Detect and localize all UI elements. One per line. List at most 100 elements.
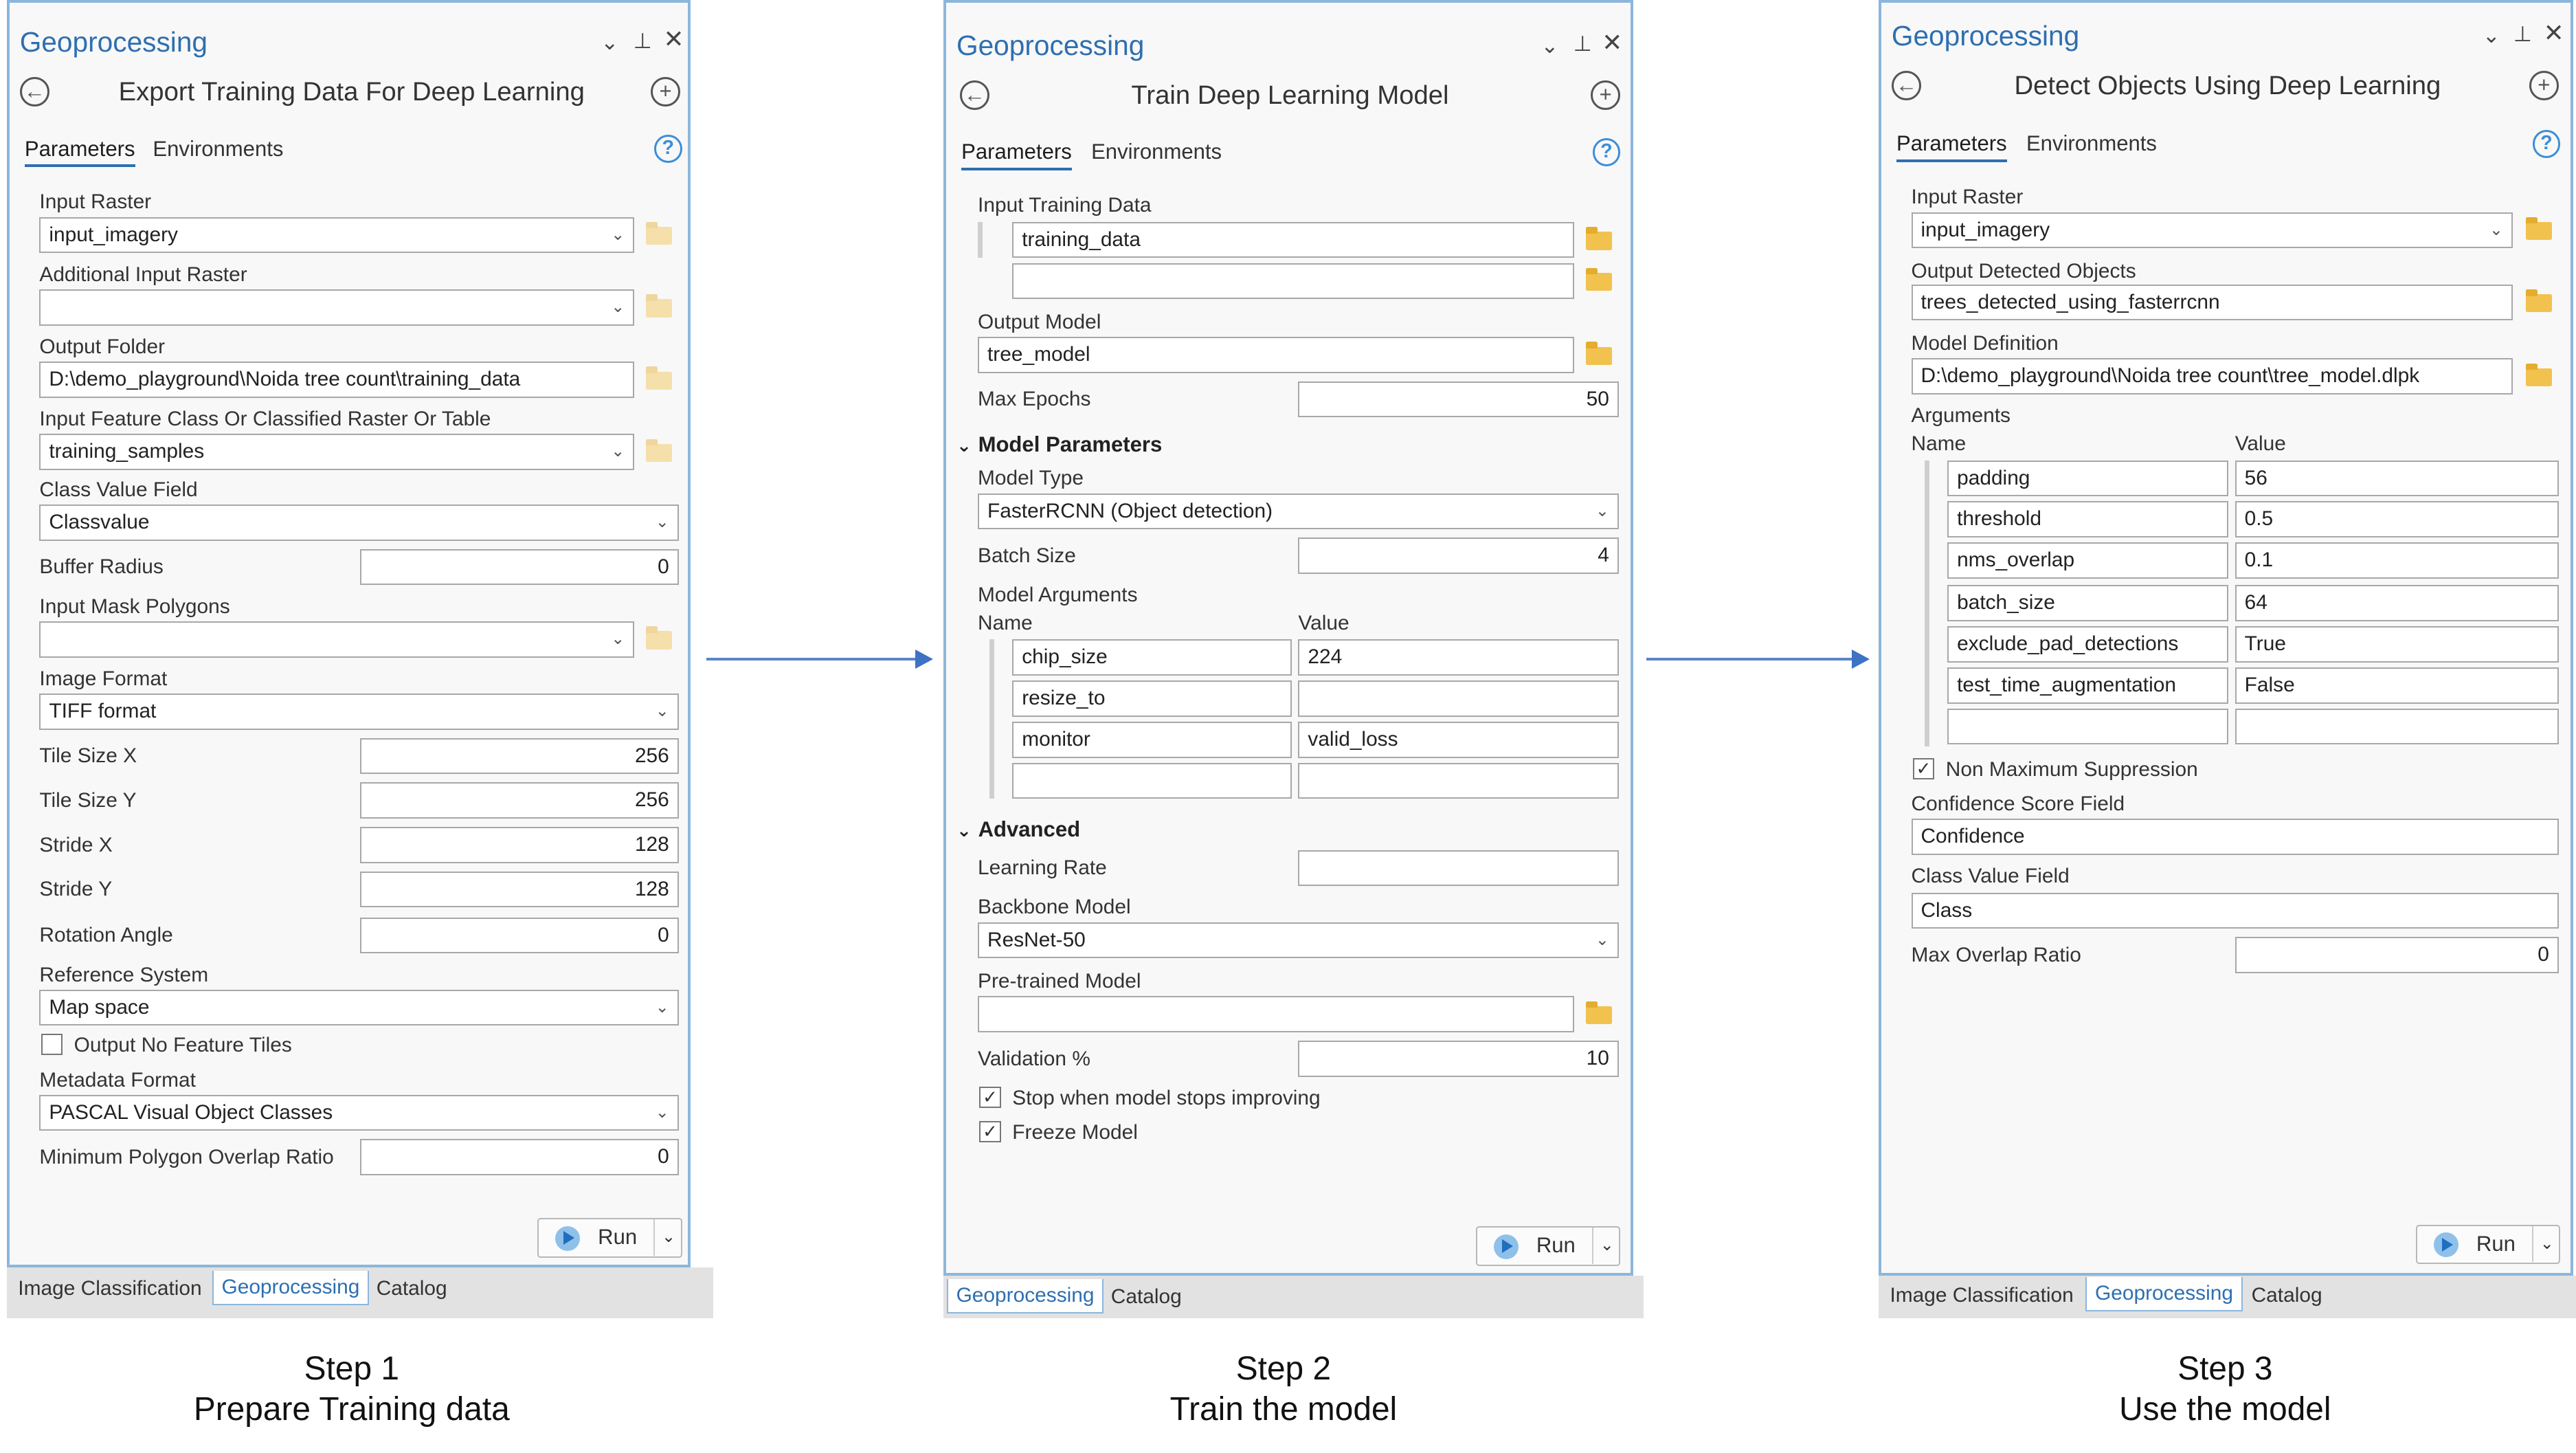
arg-value[interactable] bbox=[2235, 708, 2559, 745]
folder-icon[interactable] bbox=[645, 221, 673, 245]
arg-name[interactable]: exclude_pad_detections bbox=[1947, 626, 2229, 663]
run-button[interactable]: Run ⌄ bbox=[2415, 1224, 2561, 1265]
folder-icon[interactable] bbox=[645, 294, 673, 318]
menu-chevron-icon[interactable]: ⌄ bbox=[2480, 23, 2502, 49]
folder-icon[interactable] bbox=[645, 366, 673, 390]
arg-value[interactable] bbox=[1298, 762, 1619, 799]
arg-value[interactable]: True bbox=[2235, 626, 2559, 663]
tab-environments[interactable]: Environments bbox=[2026, 131, 2157, 156]
training-data-input-2[interactable] bbox=[1012, 263, 1575, 300]
arg-value[interactable]: 56 bbox=[2235, 460, 2559, 497]
dropdown-arrow-icon[interactable]: ⌄ bbox=[2532, 1225, 2554, 1263]
output-model-input[interactable]: tree_model bbox=[978, 337, 1575, 373]
stride-y-input[interactable]: 128 bbox=[359, 871, 679, 908]
help-icon[interactable]: ? bbox=[653, 135, 682, 163]
image-format-select[interactable]: TIFF format ⌄ bbox=[39, 694, 679, 730]
arg-value[interactable]: valid_loss bbox=[1298, 721, 1619, 758]
freeze-model-checkbox[interactable]: ✓ bbox=[979, 1121, 1001, 1143]
min-overlap-input[interactable]: 0 bbox=[359, 1139, 679, 1176]
input-raster-select[interactable]: input_imagery ⌄ bbox=[39, 217, 635, 254]
no-feature-checkbox[interactable] bbox=[41, 1034, 63, 1056]
stride-x-input[interactable]: 128 bbox=[359, 827, 679, 863]
tab-parameters[interactable]: Parameters bbox=[961, 140, 1072, 171]
folder-icon[interactable] bbox=[645, 439, 673, 463]
max-epochs-input[interactable]: 50 bbox=[1298, 381, 1619, 418]
output-folder-input[interactable]: D:\demo_playground\Noida tree count\trai… bbox=[39, 362, 635, 398]
arg-name[interactable] bbox=[1947, 708, 2229, 745]
bottom-tab-image-classification[interactable]: Image Classification bbox=[10, 1272, 210, 1305]
arg-name[interactable] bbox=[1012, 762, 1292, 799]
folder-icon[interactable] bbox=[1585, 1001, 1613, 1025]
back-icon[interactable]: ← bbox=[959, 80, 989, 111]
tile-y-input[interactable]: 256 bbox=[359, 782, 679, 819]
additional-raster-select[interactable]: ⌄ bbox=[39, 289, 635, 326]
pretrained-input[interactable] bbox=[978, 996, 1575, 1032]
add-icon[interactable]: + bbox=[2529, 70, 2559, 100]
batch-size-input[interactable]: 4 bbox=[1298, 537, 1619, 574]
arg-value[interactable] bbox=[1298, 680, 1619, 717]
bottom-tab-catalog[interactable]: Catalog bbox=[1103, 1280, 1190, 1313]
arg-name[interactable]: test_time_augmentation bbox=[1947, 667, 2229, 704]
run-button[interactable]: Run ⌄ bbox=[1475, 1226, 1621, 1266]
args-grip[interactable] bbox=[1924, 460, 1931, 746]
arg-name[interactable]: padding bbox=[1947, 460, 2229, 497]
arg-value[interactable]: 224 bbox=[1298, 639, 1619, 676]
close-icon[interactable]: ✕ bbox=[1601, 30, 1624, 56]
backbone-select[interactable]: ResNet-50 ⌄ bbox=[978, 922, 1619, 959]
pin-icon[interactable]: ⊥ bbox=[631, 28, 653, 54]
arg-name[interactable]: batch_size bbox=[1947, 585, 2229, 622]
section-advanced[interactable]: ⌄ Advanced bbox=[956, 817, 1080, 842]
class-value-select[interactable]: Classvalue ⌄ bbox=[39, 504, 679, 541]
row-grip[interactable] bbox=[978, 221, 985, 258]
help-icon[interactable]: ? bbox=[1592, 137, 1621, 166]
menu-chevron-icon[interactable]: ⌄ bbox=[598, 30, 621, 56]
input-feature-select[interactable]: training_samples ⌄ bbox=[39, 434, 635, 471]
back-icon[interactable]: ← bbox=[19, 77, 49, 107]
folder-icon[interactable] bbox=[1585, 227, 1613, 250]
confidence-input[interactable]: Confidence bbox=[1911, 819, 2559, 855]
menu-chevron-icon[interactable]: ⌄ bbox=[1538, 33, 1561, 59]
dropdown-arrow-icon[interactable]: ⌄ bbox=[653, 1219, 675, 1256]
bottom-tab-catalog[interactable]: Catalog bbox=[368, 1272, 456, 1305]
training-data-input[interactable]: training_data bbox=[1012, 221, 1575, 258]
bottom-tab-geoprocessing[interactable]: Geoprocessing bbox=[2085, 1277, 2243, 1312]
pin-icon[interactable]: ⊥ bbox=[2511, 21, 2534, 47]
pin-icon[interactable]: ⊥ bbox=[1571, 31, 1593, 57]
mask-polygons-select[interactable]: ⌄ bbox=[39, 621, 635, 658]
folder-icon[interactable] bbox=[2526, 363, 2553, 387]
help-icon[interactable]: ? bbox=[2532, 129, 2561, 158]
section-model-parameters[interactable]: ⌄ Model Parameters bbox=[956, 432, 1162, 457]
tab-parameters[interactable]: Parameters bbox=[24, 137, 135, 168]
arg-value[interactable]: False bbox=[2235, 667, 2559, 704]
folder-icon[interactable] bbox=[1585, 342, 1613, 365]
arg-name[interactable]: resize_to bbox=[1012, 680, 1292, 717]
metadata-select[interactable]: PASCAL Visual Object Classes ⌄ bbox=[39, 1094, 679, 1131]
class-value-input[interactable]: Class bbox=[1911, 892, 2559, 929]
bottom-tab-image-classification[interactable]: Image Classification bbox=[1881, 1279, 2081, 1312]
dropdown-arrow-icon[interactable]: ⌄ bbox=[1592, 1228, 1614, 1264]
learning-rate-input[interactable] bbox=[1298, 850, 1619, 887]
max-overlap-input[interactable]: 0 bbox=[2235, 937, 2559, 973]
arg-name[interactable]: monitor bbox=[1012, 721, 1292, 758]
folder-icon[interactable] bbox=[2526, 289, 2553, 313]
arg-value[interactable]: 0.5 bbox=[2235, 501, 2559, 538]
reference-select[interactable]: Map space ⌄ bbox=[39, 989, 679, 1026]
close-icon[interactable]: ✕ bbox=[662, 26, 685, 52]
arg-value[interactable]: 0.1 bbox=[2235, 542, 2559, 579]
arg-name[interactable]: threshold bbox=[1947, 501, 2229, 538]
nms-checkbox[interactable]: ✓ bbox=[1912, 757, 1934, 779]
folder-icon[interactable] bbox=[645, 626, 673, 650]
folder-icon[interactable] bbox=[2526, 217, 2553, 241]
args-grip[interactable] bbox=[989, 639, 996, 799]
input-raster-select[interactable]: input_imagery ⌄ bbox=[1911, 212, 2513, 249]
buffer-radius-input[interactable]: 0 bbox=[359, 548, 679, 586]
model-def-input[interactable]: D:\demo_playground\Noida tree count\tree… bbox=[1911, 358, 2513, 395]
tab-parameters[interactable]: Parameters bbox=[1896, 131, 2007, 163]
arg-value[interactable]: 64 bbox=[2235, 585, 2559, 622]
folder-icon[interactable] bbox=[1585, 267, 1613, 291]
output-detected-input[interactable]: trees_detected_using_fasterrcnn bbox=[1911, 284, 2513, 321]
tab-environments[interactable]: Environments bbox=[153, 137, 283, 162]
arg-name[interactable]: chip_size bbox=[1012, 639, 1292, 676]
bottom-tab-catalog[interactable]: Catalog bbox=[2243, 1279, 2331, 1312]
run-button[interactable]: Run ⌄ bbox=[537, 1218, 682, 1258]
